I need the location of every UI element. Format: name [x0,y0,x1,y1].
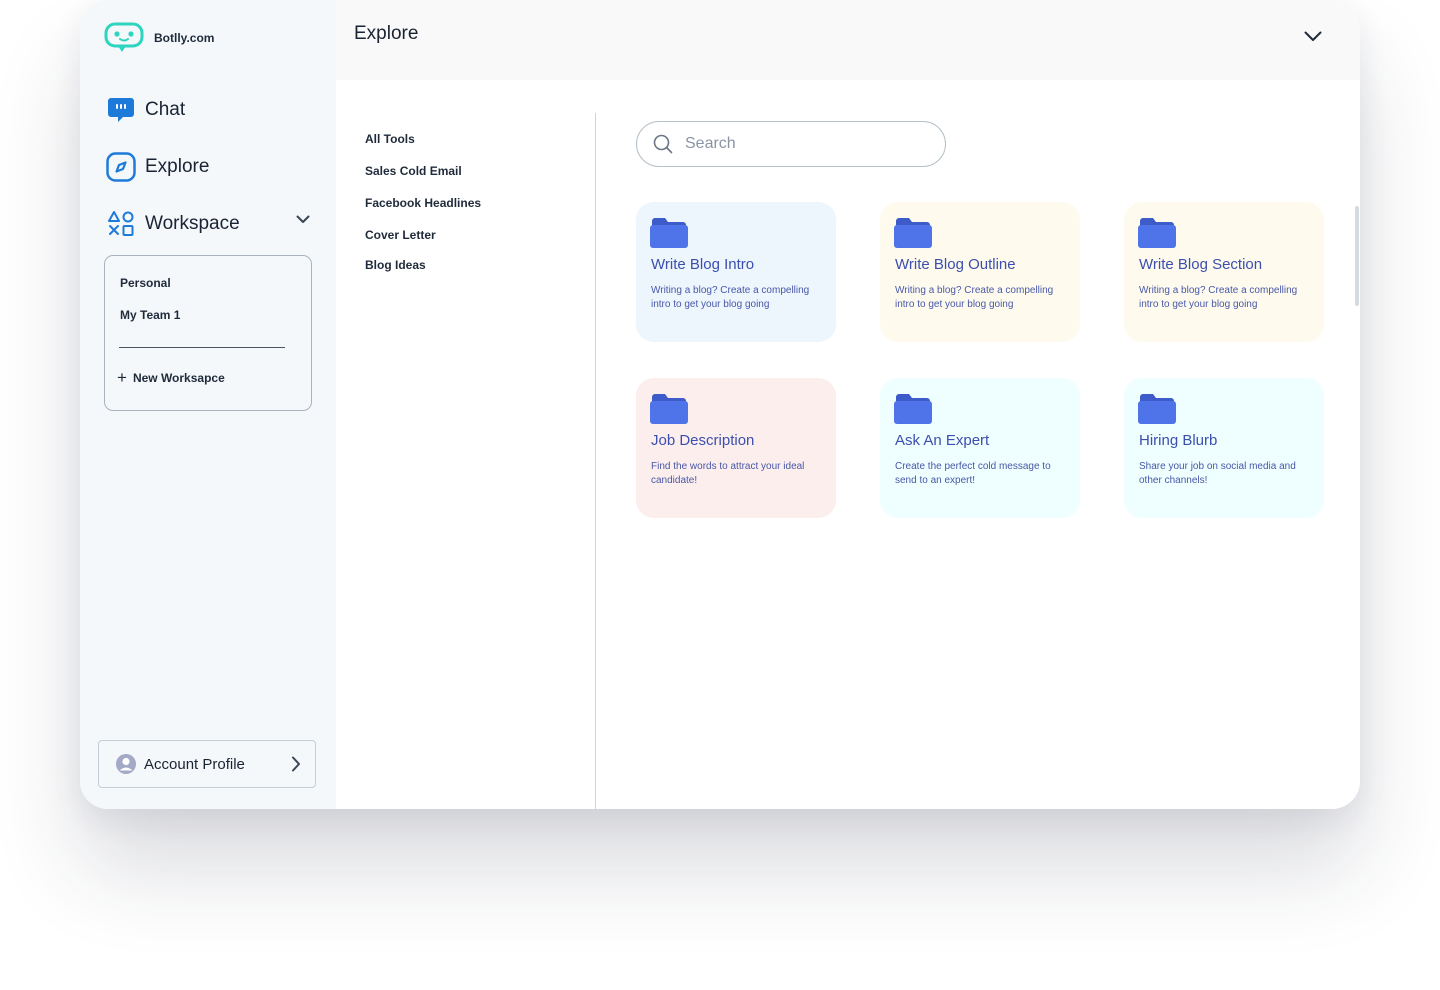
tool-item-all-tools[interactable]: All Tools [365,132,415,146]
workspace-divider [119,347,285,348]
tool-card-ask-an-expert[interactable]: Ask An Expert Create the perfect cold me… [880,378,1080,518]
folder-icon [1138,394,1176,424]
scrollbar-thumb[interactable] [1355,206,1359,306]
chevron-down-icon[interactable] [1304,31,1322,42]
tool-card-write-blog-intro[interactable]: Write Blog Intro Writing a blog? Create … [636,202,836,342]
shapes-icon [106,209,136,239]
brand-name: Botlly.com [154,31,215,45]
card-title: Hiring Blurb [1139,432,1218,449]
tool-item-sales-cold-email[interactable]: Sales Cold Email [365,164,462,178]
vertical-divider [595,113,596,809]
tool-card-hiring-blurb[interactable]: Hiring Blurb Share your job on social me… [1124,378,1324,518]
nav-chat[interactable]: Chat [106,95,185,125]
account-profile-button[interactable]: Account Profile [98,740,316,788]
tool-item-blog-ideas[interactable]: Blog Ideas [365,258,426,272]
app-window: Botlly.com Chat Explore Workspace Person… [80,0,1360,809]
main-content: All Tools Sales Cold Email Facebook Head… [336,80,1360,809]
workspace-item-personal[interactable]: Personal [120,276,171,290]
card-description: Writing a blog? Create a compelling intr… [1139,285,1298,310]
folder-icon [894,394,932,424]
nav-explore[interactable]: Explore [106,152,209,182]
tool-item-facebook-headlines[interactable]: Facebook Headlines [365,196,481,210]
avatar-icon [116,754,136,774]
card-title: Ask An Expert [895,432,990,449]
plus-icon: + [117,368,127,387]
card-description: Create the perfect cold message to send … [895,461,1051,486]
folder-icon [1138,218,1176,248]
tool-card-write-blog-outline[interactable]: Write Blog Outline Writing a blog? Creat… [880,202,1080,342]
tool-item-cover-letter[interactable]: Cover Letter [365,228,436,242]
page-title: Explore [354,23,419,44]
nav-workspace-label: Workspace [145,213,240,234]
search-input[interactable] [683,134,927,154]
card-title: Write Blog Section [1139,256,1263,273]
card-title: Write Blog Outline [895,256,1016,273]
chat-bubble-icon [106,95,136,125]
card-description: Writing a blog? Create a compelling intr… [895,285,1054,310]
brand[interactable]: Botlly.com [104,22,214,54]
card-description: Share your job on social media and other… [1139,461,1296,486]
sidebar: Botlly.com Chat Explore Workspace Person… [80,0,336,809]
card-description: Writing a blog? Create a compelling intr… [651,285,810,310]
card-title: Write Blog Intro [651,256,755,273]
workspace-item-my-team-1[interactable]: My Team 1 [120,308,180,322]
nav-workspace[interactable]: Workspace [106,209,310,239]
chevron-right-icon [292,756,300,772]
account-profile-label: Account Profile [144,755,245,773]
nav-chat-label: Chat [145,99,186,120]
folder-icon [650,394,688,424]
botlly-logo-icon [104,22,144,52]
tool-card-job-description[interactable]: Job Description Find the words to attrac… [636,378,836,518]
new-workspace-label: New Worksapce [132,371,225,385]
nav-explore-label: Explore [145,156,210,177]
folder-icon [650,218,688,248]
compass-icon [106,152,136,182]
search-icon [653,134,673,154]
chevron-down-icon[interactable] [296,215,310,224]
new-workspace-button[interactable]: + New Worksapce [117,368,225,387]
workspace-panel: Personal My Team 1 + New Worksapce [104,255,312,411]
tool-card-write-blog-section[interactable]: Write Blog Section Writing a blog? Creat… [1124,202,1324,342]
card-title: Job Description [651,432,755,449]
card-description: Find the words to attract your ideal can… [651,461,805,486]
folder-icon [894,218,932,248]
top-header: Explore [336,0,1360,80]
search-box[interactable] [636,121,946,167]
